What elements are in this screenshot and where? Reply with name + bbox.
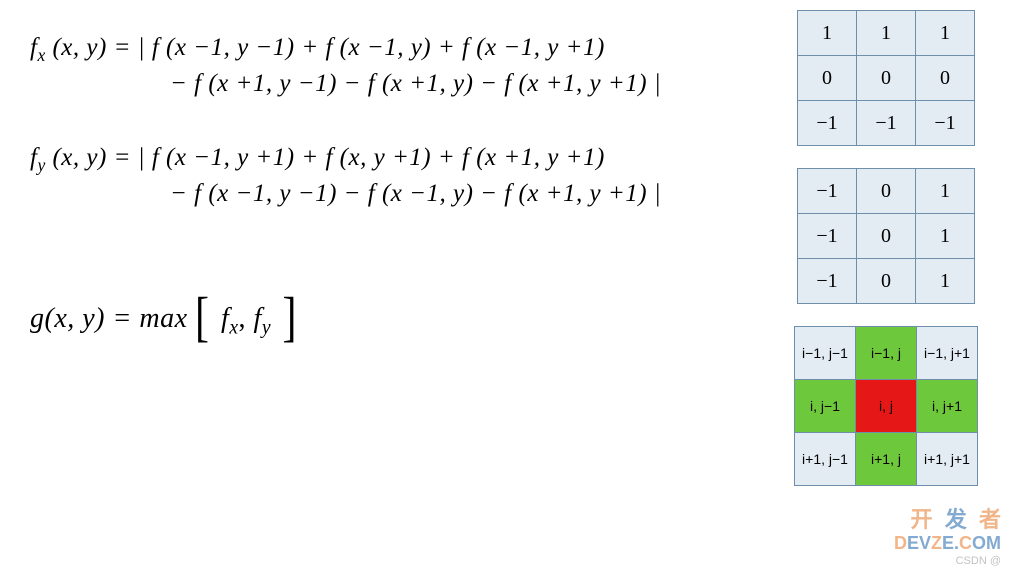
matrix-cell: i, j−1 [795,380,856,433]
g-arg-a-sub: x [229,318,238,339]
table-row: −1 0 1 [798,259,975,304]
matrices-column: 1 1 1 0 0 0 −1 −1 −1 −1 0 1 −1 [781,0,1011,574]
table-row: i+1, j−1 i+1, j i+1, j+1 [795,433,978,486]
g-lhs-args: (x, y) = max [45,303,188,334]
equation-fx: fx (x, y) = | f (x −1, y −1) + f (x −1, … [30,30,761,102]
matrix-cell: 1 [916,259,975,304]
matrix-cell: 1 [916,169,975,214]
matrix-cell: 0 [916,56,975,101]
matrix-cell: i, j [856,380,917,433]
subscript-x: x [37,45,45,65]
fx-rhs-line1: | f (x −1, y −1) + f (x −1, y) + f (x −1… [138,34,605,61]
equation-g: g(x, y) = max [ fx, fy ] [30,290,761,340]
matrix-cell: i+1, j [856,433,917,486]
equation-fx-line1: fx (x, y) = | f (x −1, y −1) + f (x −1, … [30,34,761,66]
matrix-cell: 0 [857,56,916,101]
matrix-cell: 0 [857,259,916,304]
matrix-cell: 1 [916,11,975,56]
matrix-cell: i, j+1 [917,380,978,433]
g-arg-b: f [254,303,262,334]
table-row: i−1, j−1 i−1, j i−1, j+1 [795,327,978,380]
g-arg-b-sub: y [262,318,271,339]
table-row: −1 −1 −1 [798,101,975,146]
equation-fy-line2: − f (x −1, y −1) − f (x −1, y) − f (x +1… [30,180,761,208]
subscript-y: y [37,155,45,175]
matrix-cell: −1 [798,101,857,146]
page-root: fx (x, y) = | f (x −1, y −1) + f (x −1, … [0,0,1011,574]
matrix-cell: 0 [857,214,916,259]
matrix-cell: i−1, j−1 [795,327,856,380]
equation-fx-line2: − f (x +1, y −1) − f (x +1, y) − f (x +1… [30,70,761,98]
table-row: 1 1 1 [798,11,975,56]
fx-rhs-line2: − f (x +1, y −1) − f (x +1, y) − f (x +1… [170,70,661,97]
table-row: −1 0 1 [798,214,975,259]
g-sep: , [239,303,254,334]
matrix-cell: 1 [857,11,916,56]
matrix-cell: i+1, j+1 [917,433,978,486]
fx-lhs-args: (x, y) = [52,34,130,61]
matrix-index: i−1, j−1 i−1, j i−1, j+1 i, j−1 i, j i, … [794,326,978,486]
fy-rhs-line1: | f (x −1, y +1) + f (x, y +1) + f (x +1… [138,144,605,171]
matrix-cell: −1 [798,259,857,304]
fy-lhs-args: (x, y) = [52,144,130,171]
matrix-cell: i−1, j [856,327,917,380]
matrix-cell: 1 [916,214,975,259]
equation-fy: fy (x, y) = | f (x −1, y +1) + f (x, y +… [30,140,761,212]
matrix-cell: −1 [798,169,857,214]
matrix-cell: −1 [916,101,975,146]
equation-fy-line1: fy (x, y) = | f (x −1, y +1) + f (x, y +… [30,144,761,176]
matrix-cell: −1 [798,214,857,259]
matrix-cell: 1 [798,11,857,56]
matrix-cell: 0 [798,56,857,101]
matrix-cell: 0 [857,169,916,214]
matrix-ky: −1 0 1 −1 0 1 −1 0 1 [797,168,975,304]
matrix-cell: i−1, j+1 [917,327,978,380]
var-g: g [30,303,45,334]
matrix-kx: 1 1 1 0 0 0 −1 −1 −1 [797,10,975,146]
fy-rhs-line2: − f (x −1, y −1) − f (x −1, y) − f (x +1… [170,180,661,207]
right-bracket-icon: ] [283,287,298,349]
equations-column: fx (x, y) = | f (x −1, y −1) + f (x −1, … [0,0,781,574]
matrix-cell: −1 [857,101,916,146]
table-row: 0 0 0 [798,56,975,101]
table-row: −1 0 1 [798,169,975,214]
table-row: i, j−1 i, j i, j+1 [795,380,978,433]
left-bracket-icon: [ [195,287,210,349]
matrix-cell: i+1, j−1 [795,433,856,486]
